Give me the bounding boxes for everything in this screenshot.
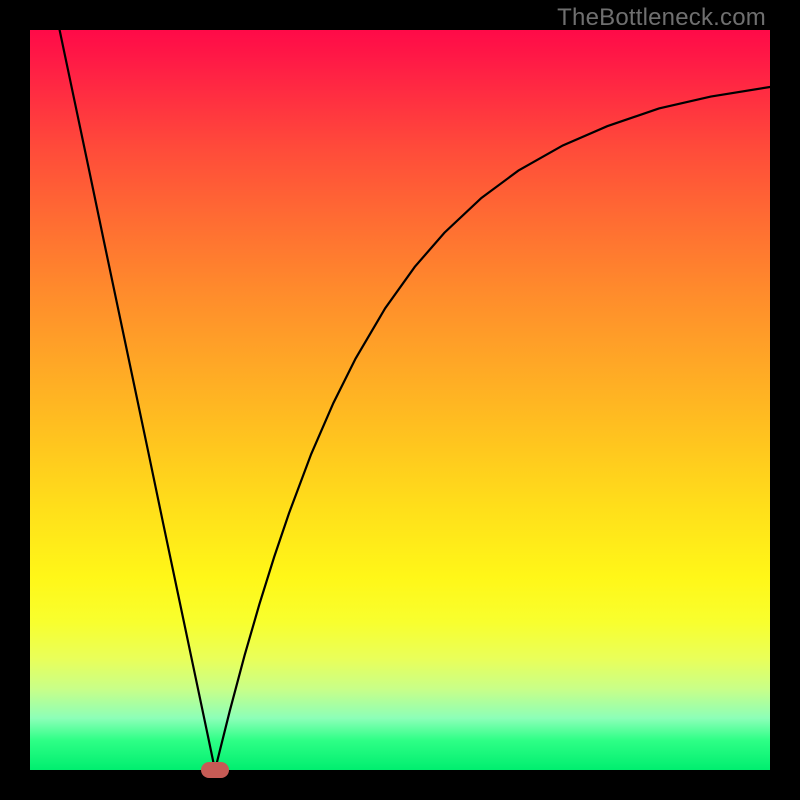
minimum-marker bbox=[201, 762, 229, 778]
chart-frame: TheBottleneck.com bbox=[0, 0, 800, 800]
watermark-text: TheBottleneck.com bbox=[557, 4, 766, 32]
curve-left-branch bbox=[60, 30, 215, 770]
plot-area bbox=[30, 30, 770, 770]
curve-right-branch bbox=[215, 87, 770, 770]
curve-overlay bbox=[30, 30, 770, 770]
